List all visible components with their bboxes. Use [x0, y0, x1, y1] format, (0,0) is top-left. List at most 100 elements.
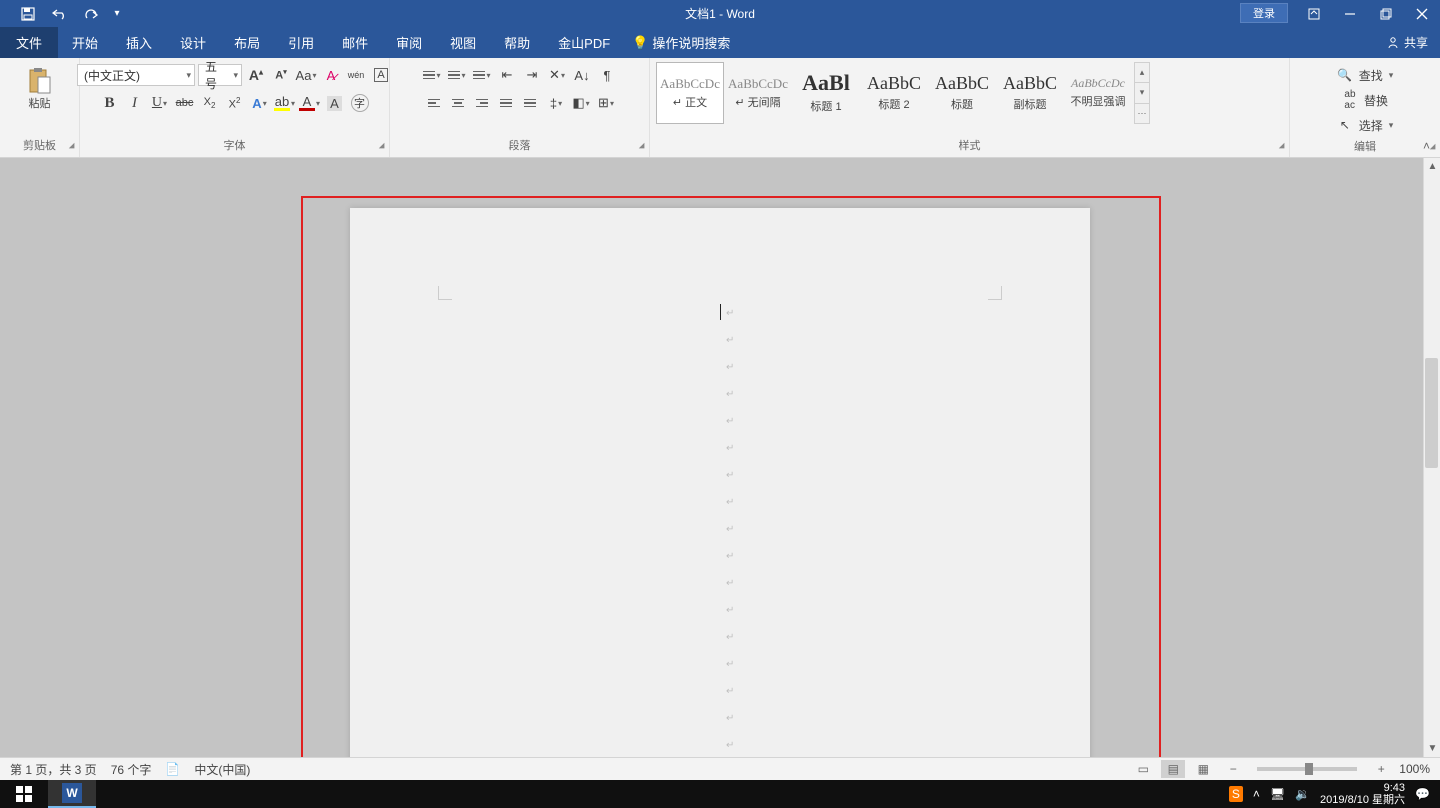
enclose-characters-button[interactable]: 字 [349, 92, 371, 114]
tab-help[interactable]: 帮助 [490, 27, 544, 58]
redo-button[interactable] [76, 0, 108, 27]
grow-font-button[interactable]: A▴ [245, 64, 267, 86]
align-distributed-button[interactable] [518, 92, 542, 114]
clear-formatting-button[interactable]: A̷ [320, 64, 342, 86]
group-paragraph-label: 段落 [396, 135, 643, 157]
tell-me-search[interactable]: 💡 操作说明搜索 [624, 27, 738, 58]
styles-up-icon[interactable]: ▴ [1135, 63, 1149, 83]
align-justify-button[interactable] [494, 92, 518, 114]
tray-chevron-icon[interactable]: ˄ [1253, 787, 1260, 801]
style-card-↵ 无间隔[interactable]: AaBbCcDc↵ 无间隔 [724, 62, 792, 124]
tab-file[interactable]: 文件 [0, 27, 58, 58]
maximize-button[interactable] [1368, 0, 1404, 27]
sort-button[interactable]: A↓ [571, 64, 593, 86]
tab-insert[interactable]: 插入 [112, 27, 166, 58]
zoom-slider-thumb[interactable] [1305, 763, 1313, 775]
volume-icon[interactable]: 🔉 [1295, 787, 1310, 801]
zoom-in-button[interactable]: + [1369, 760, 1393, 778]
tab-jinshan-pdf[interactable]: 金山PDF [544, 27, 624, 58]
shrink-font-button[interactable]: A▾ [270, 64, 292, 86]
font-color-button[interactable]: A [299, 92, 321, 114]
styles-more-icon[interactable]: ⋯ [1135, 104, 1149, 123]
style-card-标题[interactable]: AaBbC标题 [928, 62, 996, 124]
sogou-ime-icon[interactable]: S [1229, 786, 1243, 802]
style-card-↵ 正文[interactable]: AaBbCcDc↵ 正文 [656, 62, 724, 124]
bullets-button[interactable] [421, 64, 443, 86]
phonetic-guide-button[interactable]: wén [345, 64, 367, 86]
undo-button[interactable] [44, 0, 76, 27]
tab-review[interactable]: 审阅 [382, 27, 436, 58]
replace-button[interactable]: abac 替换 [1338, 89, 1392, 111]
line-spacing-button[interactable]: ‡ [545, 92, 567, 114]
superscript-button[interactable]: X2 [224, 92, 246, 114]
scroll-thumb[interactable] [1425, 358, 1438, 468]
text-effects-button[interactable]: A [249, 92, 271, 114]
align-center-button[interactable] [446, 92, 470, 114]
styles-down-icon[interactable]: ▾ [1135, 83, 1149, 103]
share-label: 共享 [1404, 34, 1428, 51]
multilevel-list-button[interactable] [471, 64, 493, 86]
zoom-level[interactable]: 100% [1399, 762, 1430, 776]
numbering-button[interactable] [446, 64, 468, 86]
print-layout-button[interactable]: ▤ [1161, 760, 1185, 778]
show-hide-marks-button[interactable]: ¶ [596, 64, 618, 86]
font-size-combo[interactable]: 五号 [198, 64, 242, 86]
vertical-scrollbar[interactable]: ▲ ▼ [1423, 158, 1440, 757]
align-left-button[interactable] [422, 92, 446, 114]
page-indicator[interactable]: 第 1 页，共 3 页 [10, 761, 97, 778]
save-button[interactable] [12, 0, 44, 27]
highlight-color-button[interactable]: ab [274, 92, 296, 114]
change-case-button[interactable]: Aa [295, 64, 317, 86]
taskbar-word-button[interactable]: W [48, 780, 96, 808]
italic-button[interactable]: I [124, 92, 146, 114]
style-card-副标题[interactable]: AaBbC副标题 [996, 62, 1064, 124]
network-icon[interactable]: 🖥 [1270, 787, 1285, 801]
find-button[interactable]: 🔍 查找 ▾ [1333, 64, 1398, 86]
style-card-标题 1[interactable]: AaBl标题 1 [792, 62, 860, 124]
tab-references[interactable]: 引用 [274, 27, 328, 58]
character-border-button[interactable]: A [370, 64, 392, 86]
start-button[interactable] [0, 780, 48, 808]
word-count[interactable]: 76 个字 [111, 761, 152, 778]
decrease-indent-button[interactable]: ⇤ [496, 64, 518, 86]
minimize-button[interactable] [1332, 0, 1368, 27]
tab-view[interactable]: 视图 [436, 27, 490, 58]
character-shading-button[interactable]: A [324, 92, 346, 114]
tab-design[interactable]: 设计 [166, 27, 220, 58]
document-page[interactable]: ↵↵↵↵↵↵↵↵↵↵↵↵↵↵↵↵↵↵ [350, 208, 1090, 757]
font-name-combo[interactable]: (中文正文) [77, 64, 195, 86]
collapse-ribbon-button[interactable]: ˄ [1417, 137, 1436, 155]
styles-gallery-scroll[interactable]: ▴▾⋯ [1134, 62, 1150, 124]
qat-customize[interactable]: ▾ [108, 0, 126, 27]
language-indicator[interactable]: 中文(中国) [194, 761, 250, 778]
asian-layout-button[interactable]: ✕ [546, 64, 568, 86]
underline-button[interactable]: U [149, 92, 171, 114]
paste-button[interactable]: 粘贴 [20, 66, 60, 112]
tab-home[interactable]: 开始 [58, 27, 112, 58]
tab-mailings[interactable]: 邮件 [328, 27, 382, 58]
subscript-button[interactable]: X2 [199, 92, 221, 114]
tab-layout[interactable]: 布局 [220, 27, 274, 58]
notifications-icon[interactable]: 💬 [1415, 787, 1430, 801]
taskbar-clock[interactable]: 9:43 2019/8/10 星期六 [1320, 782, 1405, 806]
select-button[interactable]: ↖ 选择 ▾ [1333, 114, 1398, 136]
borders-button[interactable]: ⊞ [595, 92, 617, 114]
login-button[interactable]: 登录 [1240, 3, 1288, 23]
ribbon-display-options[interactable] [1296, 0, 1332, 27]
shading-button[interactable]: ◧ [570, 92, 592, 114]
read-mode-button[interactable]: ▭ [1131, 760, 1155, 778]
increase-indent-button[interactable]: ⇥ [521, 64, 543, 86]
style-card-不明显强调[interactable]: AaBbCcDc不明显强调 [1064, 62, 1132, 124]
scroll-down-button[interactable]: ▼ [1424, 740, 1440, 757]
strikethrough-button[interactable]: abc [174, 92, 196, 114]
share-button[interactable]: 共享 [1386, 34, 1428, 51]
align-right-button[interactable] [470, 92, 494, 114]
zoom-slider[interactable] [1257, 767, 1357, 771]
scroll-up-button[interactable]: ▲ [1424, 158, 1440, 175]
style-card-标题 2[interactable]: AaBbC标题 2 [860, 62, 928, 124]
zoom-out-button[interactable]: − [1221, 760, 1245, 778]
close-button[interactable] [1404, 0, 1440, 27]
web-layout-button[interactable]: ▦ [1191, 760, 1215, 778]
bold-button[interactable]: B [99, 92, 121, 114]
proofing-icon[interactable]: 📄 [165, 762, 180, 776]
